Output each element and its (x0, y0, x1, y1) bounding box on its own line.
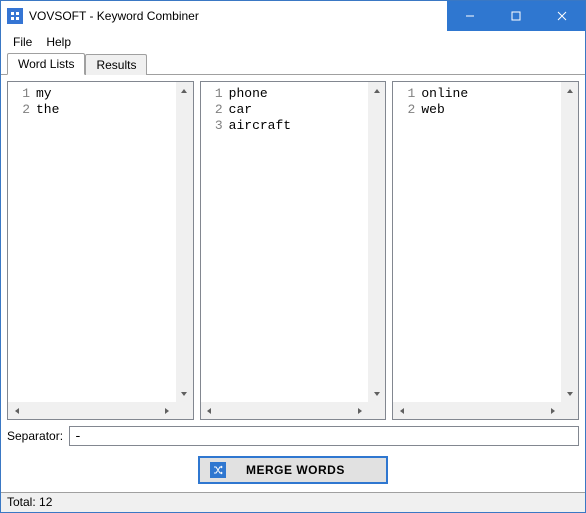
line-number-gutter: 12 (8, 86, 34, 402)
word-list-2-editor[interactable]: 123 phone car aircraft (201, 82, 369, 402)
horizontal-scrollbar[interactable] (201, 402, 369, 419)
status-bar: Total: 12 (1, 492, 585, 512)
scroll-down-icon[interactable] (561, 385, 578, 402)
word-list-3-editor[interactable]: 12 online web (393, 82, 561, 402)
shuffle-icon (210, 462, 226, 478)
close-button[interactable] (539, 1, 585, 31)
scroll-left-icon[interactable] (8, 402, 25, 419)
vertical-scrollbar[interactable] (368, 82, 385, 402)
app-icon (7, 8, 23, 24)
content-area: 12 my the 123 (1, 75, 585, 492)
vertical-scrollbar[interactable] (176, 82, 193, 402)
line-number-gutter: 123 (201, 86, 227, 402)
scroll-right-icon[interactable] (159, 402, 176, 419)
horizontal-scrollbar[interactable] (8, 402, 176, 419)
scroll-down-icon[interactable] (176, 385, 193, 402)
scroll-corner (368, 402, 385, 419)
tab-word-lists[interactable]: Word Lists (7, 53, 85, 75)
scroll-up-icon[interactable] (176, 82, 193, 99)
minimize-button[interactable] (447, 1, 493, 31)
scroll-right-icon[interactable] (544, 402, 561, 419)
separator-input[interactable] (69, 426, 579, 446)
separator-label: Separator: (7, 429, 63, 443)
scroll-left-icon[interactable] (393, 402, 410, 419)
word-list-3[interactable]: 12 online web (392, 81, 579, 420)
merge-words-label: MERGE WORDS (246, 463, 345, 477)
scroll-down-icon[interactable] (368, 385, 385, 402)
line-number-gutter: 12 (393, 86, 419, 402)
window-title: VOVSOFT - Keyword Combiner (29, 9, 447, 23)
word-list-2[interactable]: 123 phone car aircraft (200, 81, 387, 420)
scroll-left-icon[interactable] (201, 402, 218, 419)
menu-bar: File Help (1, 31, 585, 53)
maximize-button[interactable] (493, 1, 539, 31)
word-list-2-lines[interactable]: phone car aircraft (227, 86, 369, 402)
window-buttons (447, 1, 585, 31)
merge-words-button[interactable]: MERGE WORDS (198, 456, 388, 484)
separator-row: Separator: (7, 426, 579, 446)
scroll-up-icon[interactable] (561, 82, 578, 99)
scroll-right-icon[interactable] (351, 402, 368, 419)
scroll-corner (561, 402, 578, 419)
menu-help[interactable]: Help (40, 33, 77, 51)
scroll-corner (176, 402, 193, 419)
tab-strip: Word Lists Results (1, 53, 585, 75)
vertical-scrollbar[interactable] (561, 82, 578, 402)
word-list-1-lines[interactable]: my the (34, 86, 176, 402)
menu-file[interactable]: File (7, 33, 38, 51)
tab-results[interactable]: Results (85, 54, 147, 75)
scroll-up-icon[interactable] (368, 82, 385, 99)
horizontal-scrollbar[interactable] (393, 402, 561, 419)
word-list-1-editor[interactable]: 12 my the (8, 82, 176, 402)
word-list-1[interactable]: 12 my the (7, 81, 194, 420)
title-bar: VOVSOFT - Keyword Combiner (1, 1, 585, 31)
status-total: Total: 12 (7, 495, 62, 509)
merge-row: MERGE WORDS (7, 452, 579, 486)
word-list-3-lines[interactable]: online web (419, 86, 561, 402)
word-lists-row: 12 my the 123 (7, 81, 579, 420)
